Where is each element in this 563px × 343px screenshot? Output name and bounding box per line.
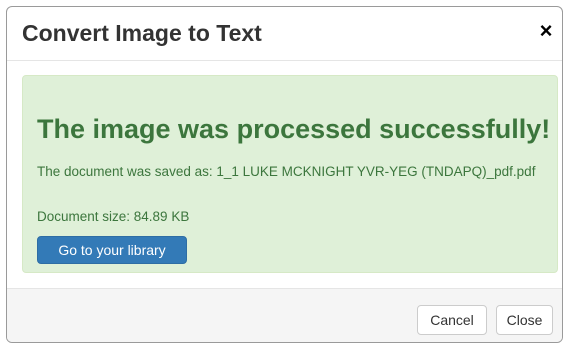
success-heading: The image was processed successfully! bbox=[37, 114, 551, 144]
dialog-footer: Cancel Close bbox=[7, 288, 562, 342]
dialog-header: Convert Image to Text × bbox=[7, 7, 562, 61]
close-button[interactable]: Close bbox=[496, 305, 553, 335]
document-size-text: Document size: 84.89 KB bbox=[37, 209, 190, 224]
close-icon[interactable]: × bbox=[536, 20, 556, 42]
saved-document-text: The document was saved as: 1_1 LUKE MCKN… bbox=[37, 164, 536, 179]
convert-image-dialog: Convert Image to Text × The image was pr… bbox=[6, 6, 563, 343]
success-alert: The image was processed successfully! Th… bbox=[22, 75, 558, 273]
dialog-body: The image was processed successfully! Th… bbox=[7, 61, 562, 288]
cancel-button[interactable]: Cancel bbox=[417, 305, 487, 335]
dialog-title: Convert Image to Text bbox=[22, 20, 262, 46]
go-to-library-button[interactable]: Go to your library bbox=[37, 236, 187, 264]
